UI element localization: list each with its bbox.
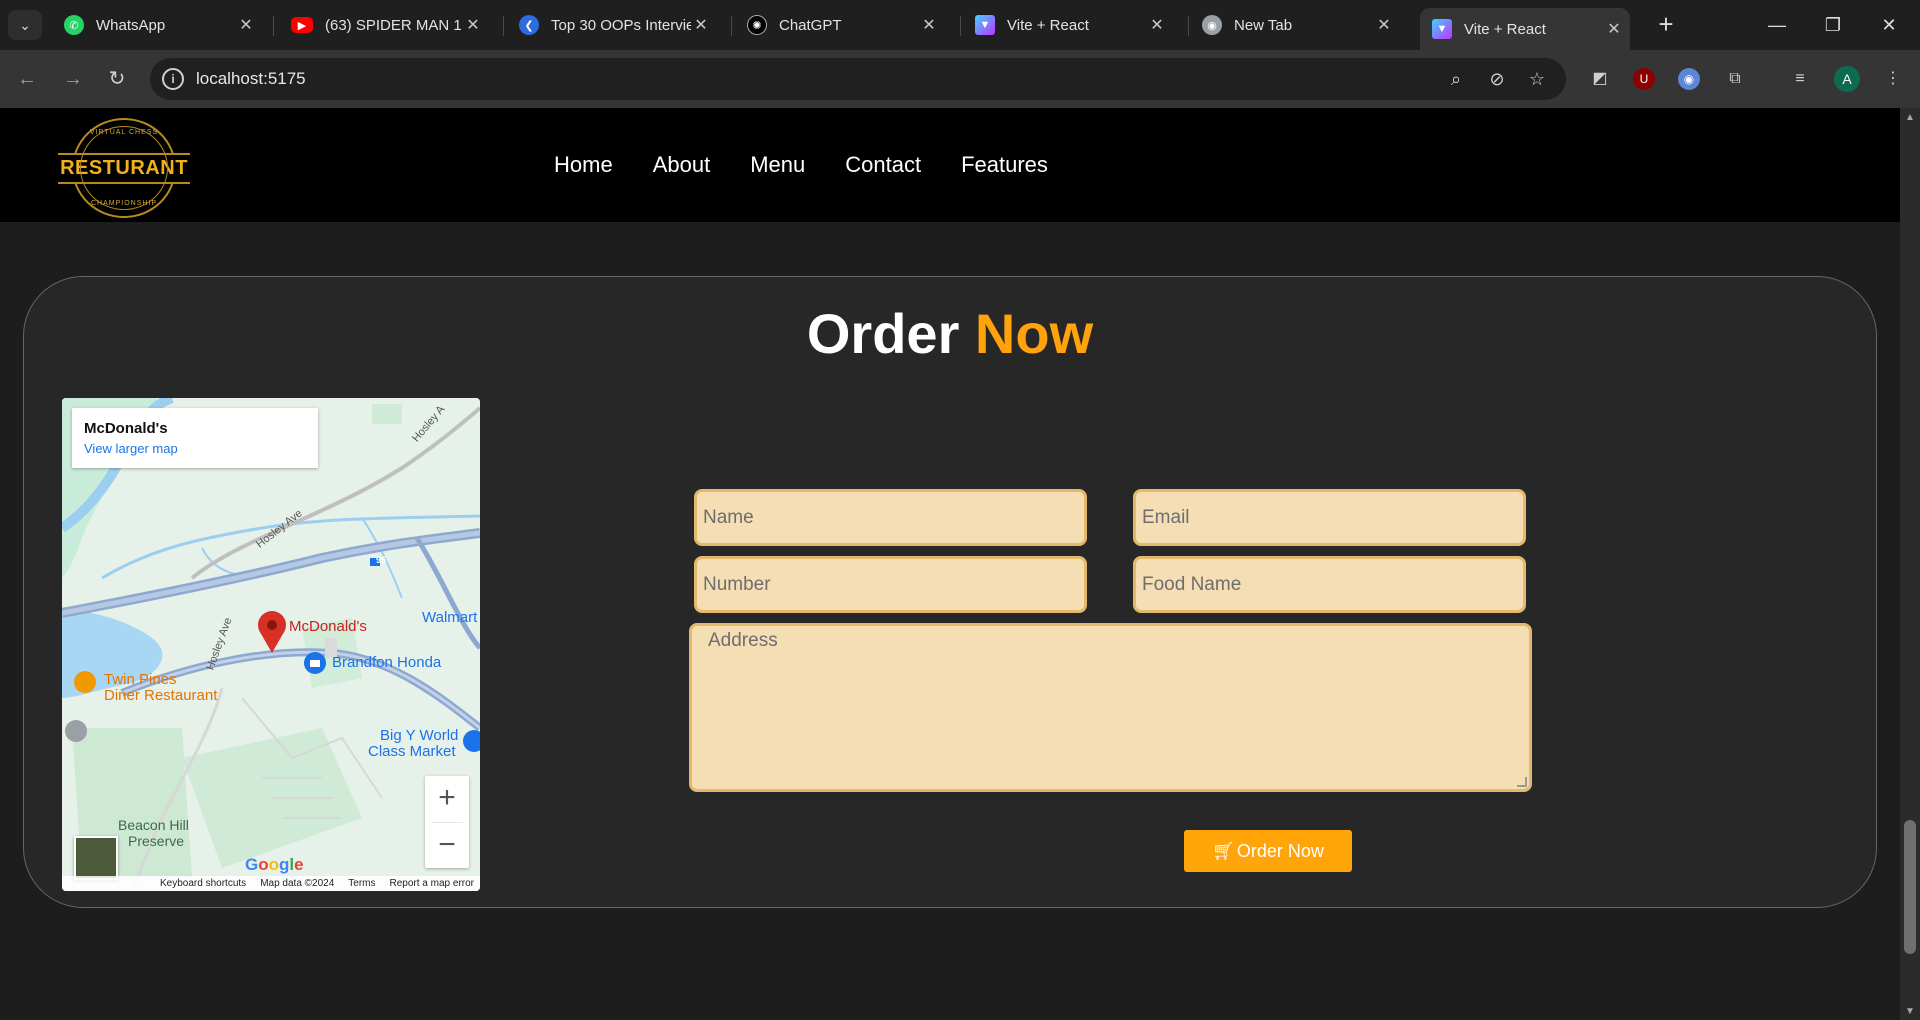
close-tab-icon[interactable]: ✕	[463, 15, 483, 35]
site-logo[interactable]: VIRTUAL CHESS RESTURANT CHAMPIONSHIP	[58, 118, 190, 218]
satellite-toggle[interactable]	[74, 836, 118, 880]
browser-toolbar: ← → ↻ i localhost:5175 ⌕ ⊘ ☆ ◩ U ◉ ⧉ ≡ A…	[0, 50, 1920, 108]
nav-menu[interactable]: Menu	[750, 152, 805, 178]
map-zoom-control: + −	[425, 776, 469, 868]
browser-tab-strip: ⌄ ✆ WhatsApp ✕ ▶ (63) SPIDER MAN 1 2 ✕ ❮…	[0, 0, 1920, 50]
map-place-card: McDonald's View larger map	[72, 408, 318, 468]
arrow-left-icon: ←	[17, 68, 37, 90]
food-name-input[interactable]: Food Name	[1133, 556, 1526, 613]
tab-vite-react[interactable]: ▼ Vite + React ✕	[963, 8, 1173, 42]
bookmark-star-icon[interactable]: ☆	[1525, 67, 1549, 91]
tab-chatgpt[interactable]: ✺ ChatGPT ✕	[735, 8, 945, 42]
map-footer: Keyboard shortcuts Map data ©2024 Terms …	[62, 876, 480, 891]
address-bar[interactable]: i localhost:5175 ⌕ ⊘ ☆	[150, 58, 1566, 100]
email-input[interactable]: Email	[1133, 489, 1526, 546]
zoom-in-button[interactable]: +	[425, 776, 469, 822]
name-input[interactable]: Name	[694, 489, 1087, 546]
vite-icon: ▼	[1432, 19, 1452, 39]
reload-button[interactable]: ↻	[102, 64, 132, 94]
ublock-icon[interactable]: U	[1633, 68, 1655, 90]
chevron-down-icon: ⌄	[19, 16, 31, 33]
scroll-down-icon[interactable]: ▼	[1905, 1006, 1915, 1017]
minimize-button[interactable]: —	[1757, 10, 1797, 40]
new-tab-button[interactable]: +	[1651, 10, 1681, 40]
number-input[interactable]: Number	[694, 556, 1087, 613]
site-info-icon[interactable]: i	[162, 68, 184, 90]
close-tab-icon[interactable]: ✕	[1374, 15, 1394, 35]
resize-handle[interactable]	[1517, 777, 1527, 787]
google-map-embed[interactable]: McDonald's View larger map Hosley Ave Ho…	[62, 398, 480, 891]
site-header: VIRTUAL CHESS RESTURANT CHAMPIONSHIP Hom…	[0, 108, 1900, 222]
order-section: Order Now McDonald's View larger map Hos…	[23, 276, 1877, 908]
whatsapp-icon: ✆	[64, 15, 84, 35]
zoom-out-button[interactable]: −	[425, 823, 469, 869]
youtube-icon: ▶	[291, 17, 313, 33]
puzzle-icon[interactable]: ⧉	[1722, 66, 1748, 92]
main-nav: Home About Menu Contact Features	[554, 152, 1048, 178]
tab-oops[interactable]: ❮ Top 30 OOPs Intervie ✕	[507, 8, 717, 42]
eye-off-icon[interactable]: ⊘	[1485, 67, 1509, 91]
tab-whatsapp[interactable]: ✆ WhatsApp ✕	[52, 8, 262, 42]
restore-icon: ❐	[1824, 15, 1842, 35]
page-viewport: VIRTUAL CHESS RESTURANT CHAMPIONSHIP Hom…	[0, 108, 1900, 1020]
tab-new-tab[interactable]: ◉ New Tab ✕	[1190, 8, 1400, 42]
plus-icon: +	[1658, 9, 1674, 39]
close-icon: ✕	[1881, 15, 1897, 35]
arrow-right-icon: →	[63, 68, 83, 90]
close-tab-icon[interactable]: ✕	[691, 15, 711, 35]
order-heading: Order Now	[806, 302, 1094, 365]
reload-icon: ↻	[108, 68, 126, 90]
back-button[interactable]: ←	[12, 64, 42, 94]
chrome-icon: ◉	[1202, 15, 1222, 35]
kebab-menu-icon[interactable]: ⋮	[1880, 66, 1906, 92]
tab-search-button[interactable]: ⌄	[8, 10, 42, 40]
order-now-button[interactable]: 🛒︎ Order Now	[1184, 830, 1352, 872]
google-logo: Google	[245, 855, 304, 874]
vite-icon: ▼	[975, 15, 995, 35]
zoom-icon[interactable]: ⌕	[1444, 67, 1468, 91]
close-tab-icon[interactable]: ✕	[1147, 15, 1167, 35]
terms-link[interactable]: Terms	[348, 876, 375, 891]
nav-contact[interactable]: Contact	[845, 152, 921, 178]
scroll-up-icon[interactable]: ▲	[1905, 112, 1915, 123]
restore-button[interactable]: ❐	[1813, 10, 1853, 40]
avatar[interactable]: A	[1834, 66, 1860, 92]
nav-features[interactable]: Features	[961, 152, 1048, 178]
nav-home[interactable]: Home	[554, 152, 613, 178]
close-tab-icon[interactable]: ✕	[236, 15, 256, 35]
tab-vite-react-active[interactable]: ▼ Vite + React ✕	[1420, 8, 1630, 50]
search-extension-icon[interactable]: ◉	[1678, 68, 1700, 90]
cart-icon: 🛒︎	[1212, 840, 1235, 861]
close-tab-icon[interactable]: ✕	[919, 15, 939, 35]
close-tab-icon[interactable]: ✕	[1604, 19, 1624, 39]
keyboard-shortcuts-link[interactable]: Keyboard shortcuts	[160, 876, 246, 891]
page-scrollbar[interactable]: ▲ ▼	[1900, 108, 1920, 1020]
nav-about[interactable]: About	[653, 152, 711, 178]
close-window-button[interactable]: ✕	[1869, 10, 1909, 40]
tab-youtube[interactable]: ▶ (63) SPIDER MAN 1 2 ✕	[279, 8, 489, 42]
address-textarea[interactable]: Address	[689, 623, 1532, 792]
view-larger-map-link[interactable]: View larger map	[84, 441, 306, 456]
extension-icon[interactable]: ◩	[1587, 66, 1613, 92]
report-map-error-link[interactable]: Report a map error	[390, 876, 474, 891]
minimize-icon: —	[1768, 15, 1786, 35]
chatgpt-icon: ✺	[747, 15, 767, 35]
scrollbar-thumb[interactable]	[1904, 820, 1916, 954]
site-icon: ❮	[519, 15, 539, 35]
forward-button[interactable]: →	[58, 64, 88, 94]
media-control-icon[interactable]: ≡	[1787, 66, 1813, 92]
url-text[interactable]: localhost:5175	[196, 69, 306, 89]
mcdonalds-label[interactable]: McDonald's	[289, 618, 367, 635]
